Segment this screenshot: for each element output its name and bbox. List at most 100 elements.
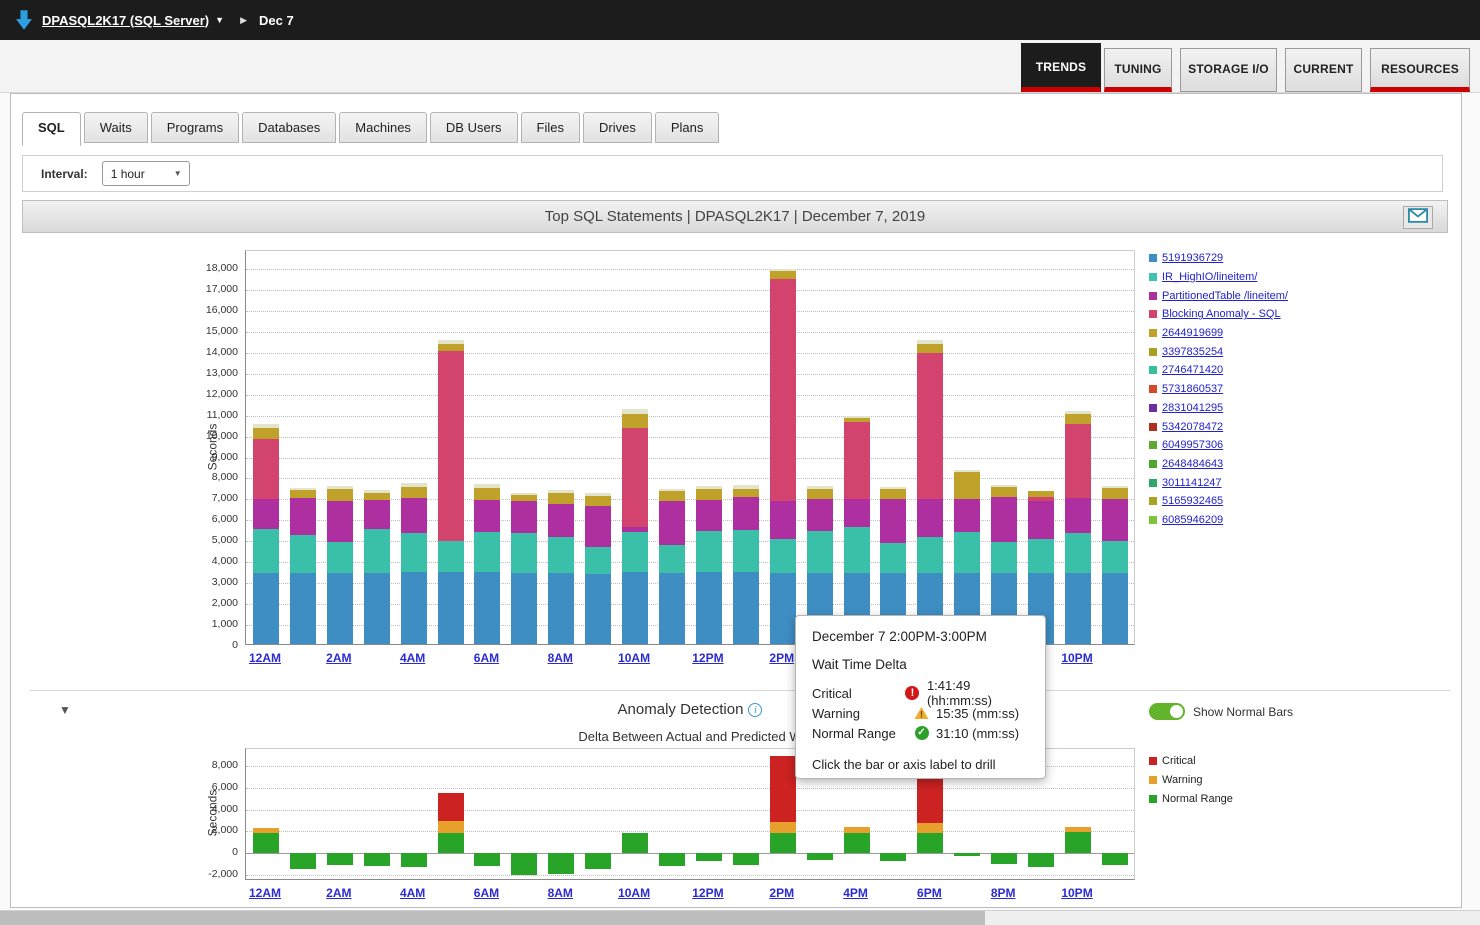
bar-segment[interactable] bbox=[696, 486, 722, 489]
subtab-sql[interactable]: SQL bbox=[22, 112, 81, 146]
bar-segment[interactable] bbox=[253, 428, 279, 438]
server-breadcrumb-link[interactable]: DPASQL2K17 (SQL Server) bbox=[42, 13, 209, 28]
bar-segment[interactable] bbox=[1102, 499, 1128, 541]
bar-segment[interactable] bbox=[659, 501, 685, 545]
tab-trends[interactable]: TRENDS bbox=[1021, 43, 1101, 92]
bar-segment[interactable] bbox=[585, 853, 611, 869]
x-axis-label[interactable]: 8AM bbox=[548, 651, 573, 665]
bar-segment[interactable] bbox=[733, 530, 759, 572]
bar-segment[interactable] bbox=[511, 533, 537, 573]
x-axis-label[interactable]: 2AM bbox=[326, 651, 351, 665]
bar-segment[interactable] bbox=[844, 422, 870, 499]
subtab-waits[interactable]: Waits bbox=[84, 112, 148, 143]
bar-segment[interactable] bbox=[1065, 827, 1091, 832]
bar-segment[interactable] bbox=[622, 527, 648, 532]
bar-segment[interactable] bbox=[253, 828, 279, 833]
x-axis-label[interactable]: 12AM bbox=[249, 886, 281, 900]
bar-segment[interactable] bbox=[622, 414, 648, 429]
bar-segment[interactable] bbox=[401, 498, 427, 533]
subtab-programs[interactable]: Programs bbox=[151, 112, 239, 143]
bar-segment[interactable] bbox=[474, 500, 500, 531]
bar-segment[interactable] bbox=[917, 340, 943, 344]
bar-segment[interactable] bbox=[917, 537, 943, 573]
info-icon[interactable]: i bbox=[748, 703, 762, 717]
bar-segment[interactable] bbox=[733, 572, 759, 645]
bar-segment[interactable] bbox=[659, 545, 685, 572]
legend-link[interactable]: 6049957306 bbox=[1162, 439, 1223, 451]
legend-link[interactable]: 2831041295 bbox=[1162, 402, 1223, 414]
tab-tuning[interactable]: TUNING bbox=[1104, 48, 1172, 92]
bar-segment[interactable] bbox=[511, 853, 537, 875]
bar-segment[interactable] bbox=[622, 833, 648, 853]
bar-segment[interactable] bbox=[991, 485, 1017, 487]
bar-segment[interactable] bbox=[1065, 411, 1091, 413]
x-axis-label[interactable]: 6PM bbox=[917, 886, 942, 900]
legend-link[interactable]: Blocking Anomaly - SQL bbox=[1162, 308, 1281, 320]
bar-segment[interactable] bbox=[548, 504, 574, 538]
bar-segment[interactable] bbox=[770, 271, 796, 279]
bar-segment[interactable] bbox=[733, 489, 759, 497]
legend-link[interactable]: 5191936729 bbox=[1162, 252, 1223, 264]
bar-segment[interactable] bbox=[770, 539, 796, 573]
bar-segment[interactable] bbox=[770, 279, 796, 501]
bar-segment[interactable] bbox=[290, 490, 316, 498]
bar-segment[interactable] bbox=[880, 853, 906, 861]
x-axis-label[interactable]: 2PM bbox=[769, 886, 794, 900]
subtab-files[interactable]: Files bbox=[521, 112, 580, 143]
bar-segment[interactable] bbox=[770, 269, 796, 271]
bar-segment[interactable] bbox=[1028, 497, 1054, 501]
bar-segment[interactable] bbox=[1102, 573, 1128, 645]
bar-segment[interactable] bbox=[622, 572, 648, 645]
legend-link[interactable]: 5165932465 bbox=[1162, 495, 1223, 507]
bar-segment[interactable] bbox=[438, 340, 464, 344]
bar-segment[interactable] bbox=[253, 573, 279, 645]
tab-storage-io[interactable]: STORAGE I/O bbox=[1180, 48, 1277, 92]
legend-link[interactable]: 3011141247 bbox=[1162, 477, 1222, 489]
interval-select[interactable]: 1 hour ▼ bbox=[102, 161, 190, 186]
bar-segment[interactable] bbox=[327, 853, 353, 865]
bar-segment[interactable] bbox=[401, 483, 427, 487]
bar-segment[interactable] bbox=[733, 485, 759, 489]
bar-segment[interactable] bbox=[1028, 491, 1054, 497]
bar-segment[interactable] bbox=[917, 777, 943, 823]
bar-segment[interactable] bbox=[253, 833, 279, 853]
bar-segment[interactable] bbox=[1065, 414, 1091, 424]
legend-link[interactable]: IR_HighIO/lineitem/ bbox=[1162, 271, 1257, 283]
x-axis-label[interactable]: 6AM bbox=[474, 886, 499, 900]
bar-segment[interactable] bbox=[844, 418, 870, 422]
bar-segment[interactable] bbox=[696, 531, 722, 572]
subtab-machines[interactable]: Machines bbox=[339, 112, 427, 143]
bar-segment[interactable] bbox=[585, 574, 611, 645]
bar-segment[interactable] bbox=[917, 833, 943, 853]
bar-segment[interactable] bbox=[1028, 853, 1054, 867]
bar-segment[interactable] bbox=[1102, 853, 1128, 865]
x-axis-label[interactable]: 8AM bbox=[548, 886, 573, 900]
x-axis-label[interactable]: 6AM bbox=[474, 651, 499, 665]
legend-link[interactable]: 2746471420 bbox=[1162, 364, 1223, 376]
bar-segment[interactable] bbox=[364, 853, 390, 866]
bar-segment[interactable] bbox=[511, 573, 537, 645]
bar-segment[interactable] bbox=[290, 488, 316, 490]
show-normal-bars-toggle[interactable] bbox=[1149, 703, 1185, 720]
bar-segment[interactable] bbox=[622, 409, 648, 413]
bar-segment[interactable] bbox=[548, 493, 574, 503]
bar-segment[interactable] bbox=[438, 833, 464, 853]
bar-segment[interactable] bbox=[622, 532, 648, 572]
bar-segment[interactable] bbox=[438, 541, 464, 571]
bar-segment[interactable] bbox=[585, 506, 611, 547]
bar-segment[interactable] bbox=[807, 489, 833, 499]
bar-segment[interactable] bbox=[401, 533, 427, 572]
bar-segment[interactable] bbox=[770, 501, 796, 539]
bar-segment[interactable] bbox=[954, 853, 980, 856]
bar-segment[interactable] bbox=[659, 573, 685, 645]
bar-segment[interactable] bbox=[622, 428, 648, 526]
bar-segment[interactable] bbox=[733, 497, 759, 529]
bar-segment[interactable] bbox=[1065, 832, 1091, 853]
bar-segment[interactable] bbox=[954, 532, 980, 573]
bar-segment[interactable] bbox=[880, 499, 906, 543]
bar-segment[interactable] bbox=[807, 486, 833, 489]
bar-segment[interactable] bbox=[733, 853, 759, 865]
bar-segment[interactable] bbox=[696, 489, 722, 501]
x-axis-label[interactable]: 12PM bbox=[692, 886, 723, 900]
scrollbar-thumb[interactable] bbox=[0, 911, 985, 925]
